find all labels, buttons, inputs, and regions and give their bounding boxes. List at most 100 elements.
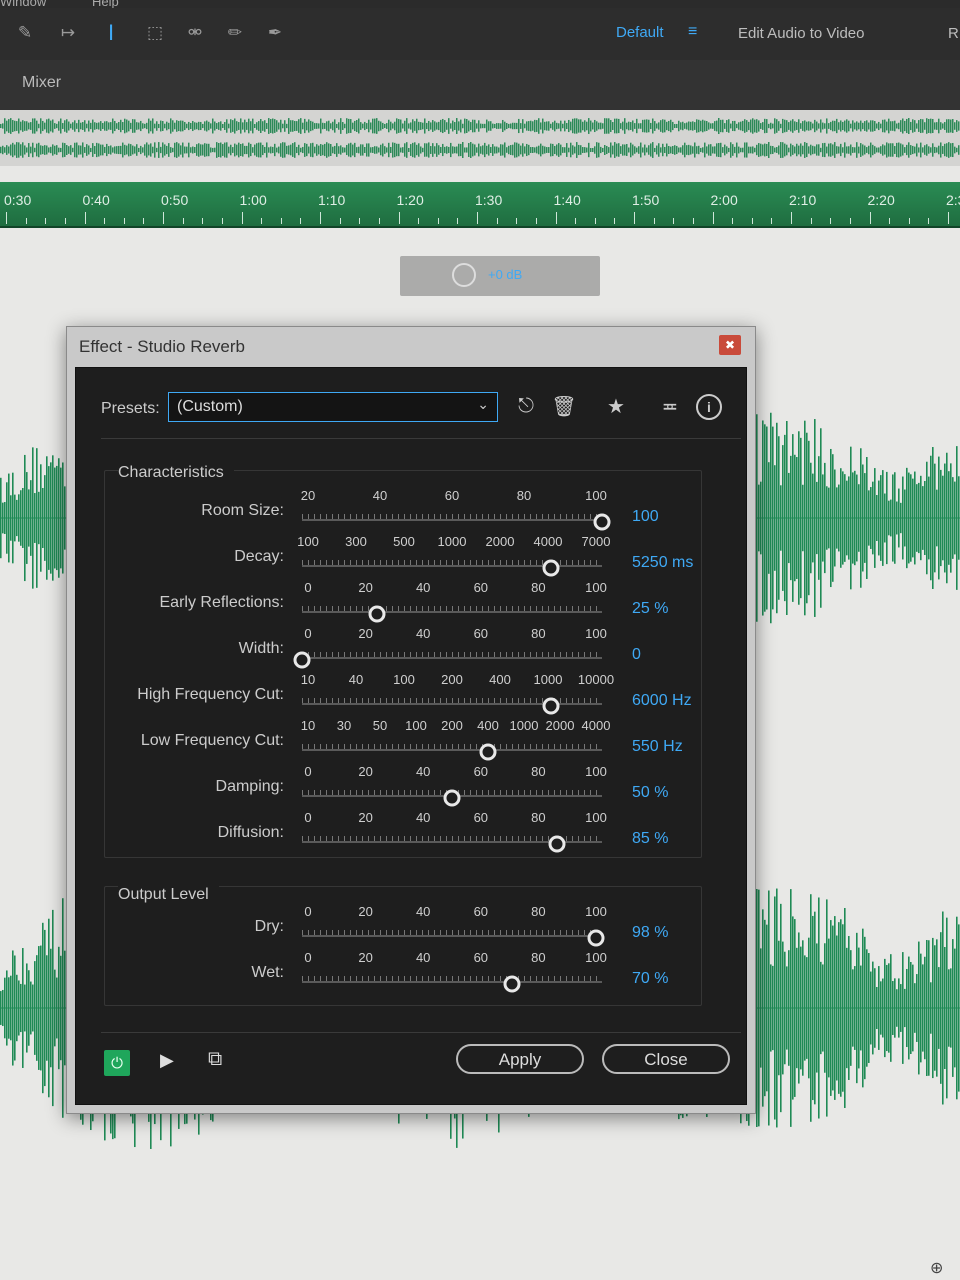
- slider-thumb[interactable]: [542, 559, 560, 577]
- brush-icon[interactable]: ✏: [224, 22, 246, 44]
- scale-label: 20: [358, 810, 373, 825]
- time-selection-icon[interactable]: ↦: [52, 22, 84, 44]
- overview-sample: [444, 146, 446, 154]
- level-hud[interactable]: +0 dB: [400, 256, 600, 296]
- param-value[interactable]: 25 %: [632, 600, 668, 618]
- zoom-icon[interactable]: ⊕: [930, 1258, 943, 1278]
- overview-sample: [354, 142, 356, 158]
- overview-sample: [714, 121, 716, 131]
- param-value[interactable]: 98 %: [632, 924, 668, 942]
- waveform-sample: [856, 932, 858, 1084]
- text-cursor-icon[interactable]: I: [100, 20, 122, 45]
- timeline-tick: [614, 218, 616, 224]
- save-preset-icon[interactable]: ⎋: [512, 392, 540, 420]
- slider-thumb[interactable]: [479, 743, 497, 761]
- overview-sample: [946, 143, 948, 157]
- overview-sample: [170, 147, 172, 153]
- waveform-sample: [820, 428, 822, 608]
- lasso-icon[interactable]: ⚮: [184, 22, 206, 44]
- waveform-overview[interactable]: [0, 110, 960, 166]
- slider-track[interactable]: [302, 749, 602, 751]
- slider-thumb[interactable]: [548, 835, 566, 853]
- overview-sample: [300, 147, 302, 153]
- close-button[interactable]: Close: [602, 1044, 730, 1074]
- workspace-menu-icon[interactable]: ≡: [688, 23, 697, 41]
- overview-sample: [890, 143, 892, 157]
- menu-help[interactable]: Help: [92, 0, 119, 8]
- slider-track[interactable]: [302, 935, 602, 937]
- overview-sample: [142, 147, 144, 153]
- overview-sample: [90, 147, 92, 153]
- slider-track[interactable]: [302, 519, 602, 521]
- slider-thumb[interactable]: [293, 651, 311, 669]
- slider-thumb[interactable]: [503, 975, 521, 993]
- overview-sample: [538, 145, 540, 155]
- overview-sample: [738, 122, 740, 130]
- export-icon[interactable]: ⧉: [208, 1048, 222, 1071]
- param-value[interactable]: 100: [632, 508, 659, 526]
- timeline-label: 0:40: [82, 192, 110, 208]
- overview-sample: [136, 144, 138, 156]
- presets-label: Presets:: [101, 400, 160, 417]
- workspace-extra[interactable]: R: [948, 25, 959, 42]
- overview-sample: [426, 143, 428, 157]
- overview-sample: [60, 118, 62, 134]
- delete-preset-icon[interactable]: 🗑: [550, 392, 578, 420]
- param-value[interactable]: 0: [632, 646, 641, 664]
- slider-thumb[interactable]: [368, 605, 386, 623]
- overview-sample: [30, 122, 32, 130]
- param-value[interactable]: 550 Hz: [632, 738, 683, 756]
- overview-sample: [732, 144, 734, 156]
- waveform-sample: [800, 946, 802, 1070]
- info-icon[interactable]: i: [696, 394, 722, 420]
- param-value[interactable]: 85 %: [632, 830, 668, 848]
- overview-sample: [314, 123, 316, 129]
- move-icon[interactable]: ✎: [14, 22, 36, 44]
- param-value[interactable]: 5250 ms: [632, 554, 693, 572]
- waveform-sample: [62, 898, 64, 1118]
- marquee-icon[interactable]: ⬚: [144, 22, 166, 44]
- slider-thumb[interactable]: [443, 789, 461, 807]
- slider-thumb[interactable]: [587, 929, 605, 947]
- overview-sample: [338, 146, 340, 154]
- spot-healing-icon[interactable]: ✒: [264, 22, 286, 44]
- overview-sample: [92, 143, 94, 157]
- slider-thumb[interactable]: [542, 697, 560, 715]
- close-icon[interactable]: ✖: [719, 335, 741, 355]
- scale-label: 40: [415, 580, 431, 595]
- overview-sample: [650, 143, 652, 157]
- menu-window[interactable]: Window: [0, 0, 46, 8]
- overview-sample: [696, 119, 698, 133]
- routing-icon[interactable]: ≖: [656, 392, 684, 420]
- overview-sample: [188, 142, 190, 158]
- waveform-sample: [902, 476, 904, 560]
- apply-button[interactable]: Apply: [456, 1044, 584, 1074]
- overview-sample: [758, 143, 760, 157]
- slider-thumb[interactable]: [593, 513, 611, 531]
- timeline-label: 1:40: [553, 192, 581, 208]
- play-icon[interactable]: ▶: [160, 1050, 174, 1071]
- slider-track[interactable]: [302, 657, 602, 659]
- favorite-icon[interactable]: ★: [602, 392, 630, 420]
- slider-track[interactable]: [302, 981, 602, 983]
- timeline-ruler[interactable]: 0:30 0:40 0:50 1:00 1:10 1:20 1:30 1:40 1:50 2:00…: [0, 182, 960, 228]
- volume-knob[interactable]: [452, 263, 476, 287]
- overview-sample: [742, 147, 744, 153]
- waveform-sample: [776, 888, 778, 1128]
- overview-sample: [112, 147, 114, 153]
- param-value[interactable]: 50 %: [632, 784, 668, 802]
- waveform-sample: [56, 977, 58, 1039]
- overview-sample: [746, 120, 748, 132]
- overview-sample: [430, 122, 432, 130]
- mixer-tab[interactable]: Mixer: [22, 74, 61, 92]
- edit-audio-to-video[interactable]: Edit Audio to Video: [738, 25, 865, 42]
- waveform-sample: [786, 421, 788, 615]
- param-value[interactable]: 70 %: [632, 970, 668, 988]
- overview-sample: [850, 123, 852, 129]
- workspace-default[interactable]: Default: [616, 24, 664, 41]
- overview-sample: [592, 147, 594, 153]
- power-icon[interactable]: ⏻: [104, 1050, 130, 1076]
- presets-dropdown[interactable]: (Custom) ⌄: [168, 392, 498, 422]
- param-value[interactable]: 6000 Hz: [632, 692, 692, 710]
- slider-track[interactable]: [302, 611, 602, 613]
